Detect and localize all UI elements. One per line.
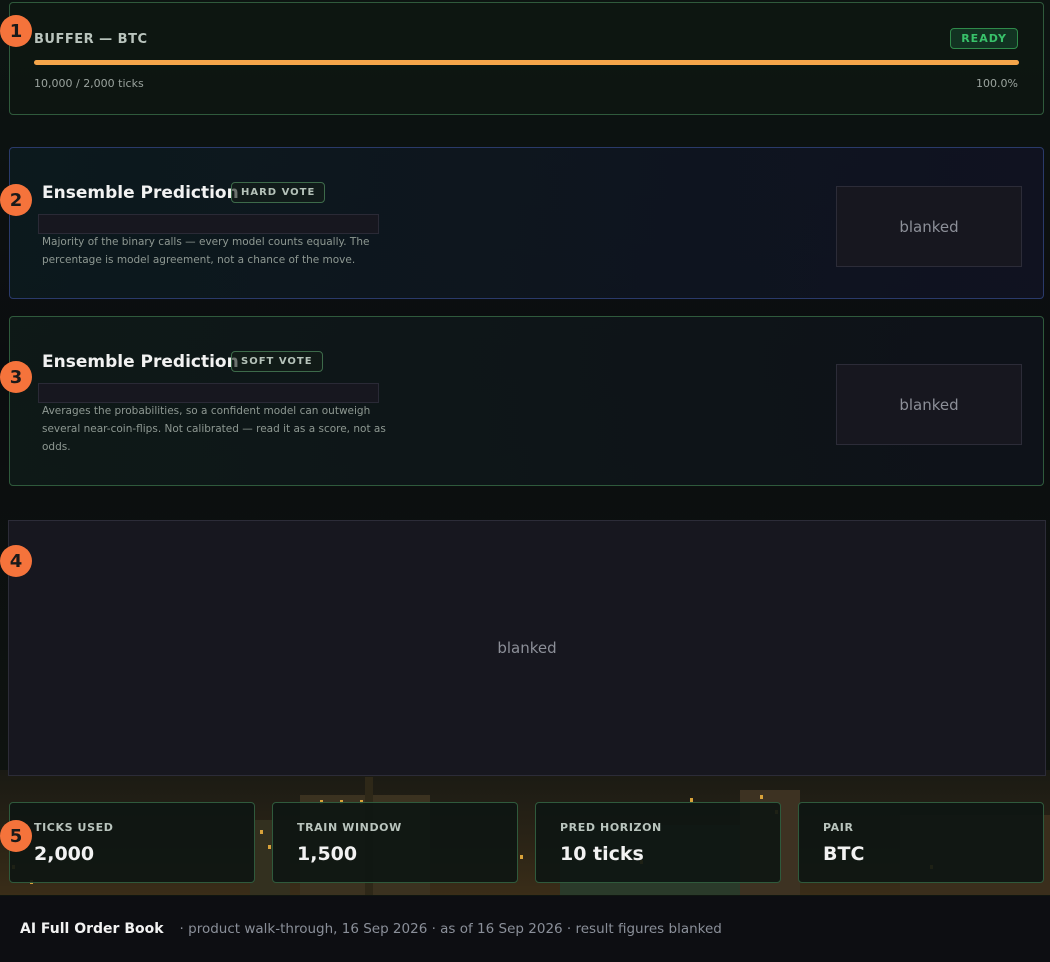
soft-vote-blanked-bar — [38, 383, 379, 403]
stat-card-pred-horizon: PRED HORIZON 10 ticks — [535, 802, 781, 883]
footer-brand: AI Full Order Book — [20, 921, 164, 937]
footer-meta: · product walk-through, 16 Sep 2026 · as… — [179, 921, 722, 937]
step-marker-2: 2 — [0, 184, 32, 216]
stat-value: 2,000 — [34, 843, 95, 865]
stat-value: BTC — [823, 843, 865, 865]
buffer-progress-fill — [34, 60, 1019, 65]
stat-label: PAIR — [823, 821, 854, 834]
buffer-ticks-count: 10,000 / 2,000 ticks — [34, 77, 144, 90]
stat-label: TRAIN WINDOW — [297, 821, 402, 834]
stat-value: 10 ticks — [560, 843, 644, 865]
soft-vote-tag: SOFT VOTE — [231, 351, 323, 372]
soft-vote-result: blanked — [836, 364, 1022, 445]
step-marker-3: 3 — [0, 361, 32, 393]
stat-card-ticks-used: TICKS USED 2,000 — [9, 802, 255, 883]
soft-vote-description: Averages the probabilities, so a confide… — [42, 405, 386, 453]
hard-vote-result: blanked — [836, 186, 1022, 267]
status-badge: READY — [950, 28, 1018, 49]
stat-value: 1,500 — [297, 843, 358, 865]
stat-card-pair: PAIR BTC — [798, 802, 1044, 883]
hard-vote-title: Ensemble Prediction — [42, 183, 239, 203]
hard-vote-tag: HARD VOTE — [231, 182, 326, 203]
step-marker-5: 5 — [0, 820, 32, 852]
buffer-progress-bar — [34, 60, 1019, 65]
hard-vote-panel: Ensemble Prediction HARD VOTE Majority o… — [9, 147, 1044, 299]
step-marker-1: 1 — [0, 15, 32, 47]
footer-caption: AI Full Order Book · product walk-throug… — [0, 896, 1050, 962]
hard-vote-blanked-bar — [38, 214, 379, 234]
buffer-panel: BUFFER — BTC READY 10,000 / 2,000 ticks … — [9, 2, 1044, 115]
stat-label: PRED HORIZON — [560, 821, 662, 834]
stat-label: TICKS USED — [34, 821, 114, 834]
step-marker-4: 4 — [0, 545, 32, 577]
buffer-percent: 100.0% — [976, 77, 1018, 90]
soft-vote-panel: Ensemble Prediction SOFT VOTE Averages t… — [9, 316, 1044, 486]
hard-vote-description: Majority of the binary calls — every mod… — [42, 236, 370, 266]
soft-vote-title: Ensemble Prediction — [42, 352, 239, 372]
stat-card-train-window: TRAIN WINDOW 1,500 — [272, 802, 518, 883]
main-blanked-panel: blanked — [8, 520, 1046, 776]
buffer-title: BUFFER — BTC — [34, 32, 148, 47]
